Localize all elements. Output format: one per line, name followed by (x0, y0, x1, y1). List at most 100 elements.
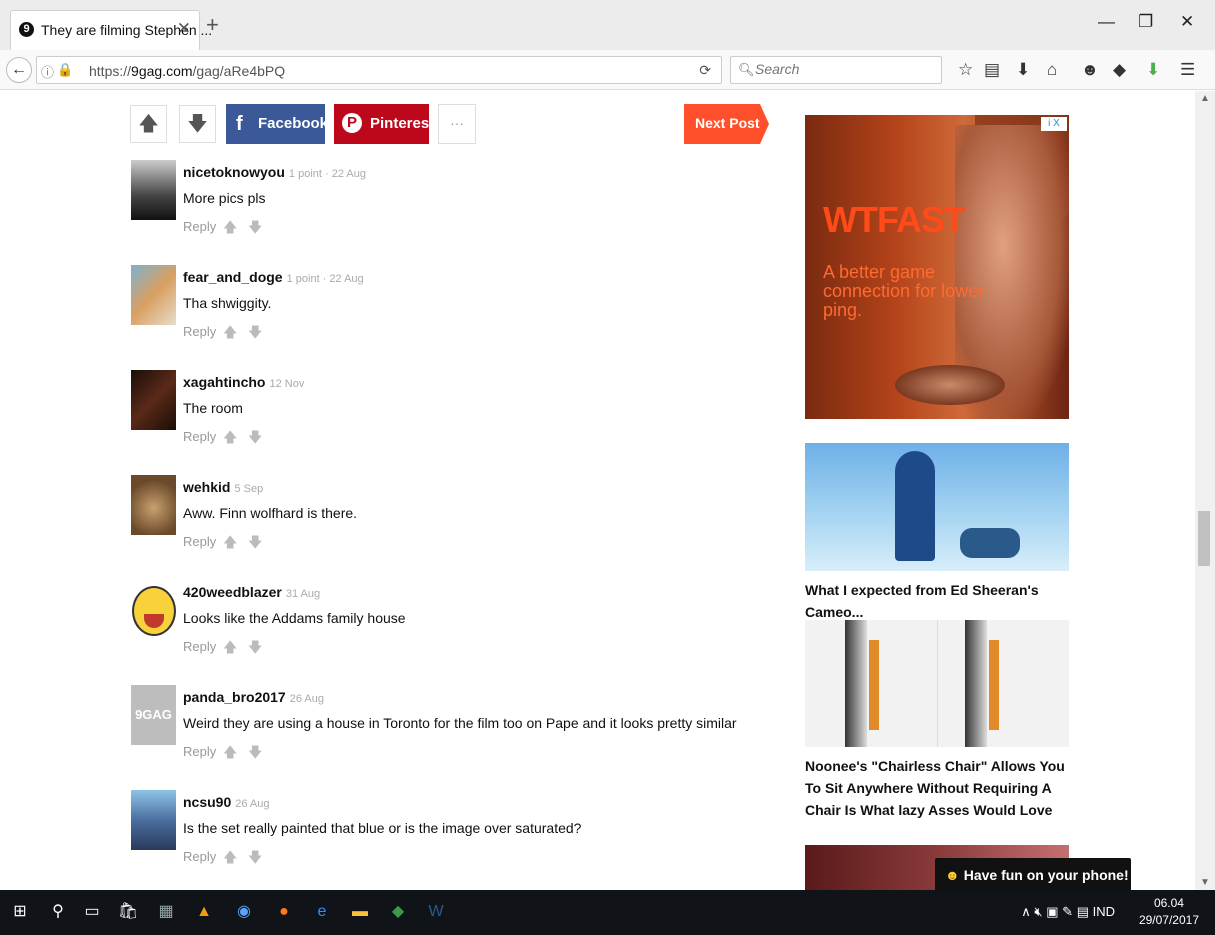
comment-upvote-icon[interactable]: 🡅 (223, 532, 237, 556)
firefox-icon[interactable]: ● (272, 900, 296, 924)
notification-icon[interactable]: ▤ (1077, 904, 1089, 919)
pinterest-share-button[interactable]: P Pinterest (334, 104, 434, 144)
system-clock[interactable]: 06.04 29/07/2017 (1139, 895, 1199, 929)
vlc-icon[interactable]: ▲ (192, 900, 216, 924)
avatar[interactable] (131, 580, 176, 640)
reload-icon[interactable]: ⟳ (699, 62, 711, 79)
search-box[interactable]: 🔍︎ (730, 56, 942, 84)
next-post-button[interactable]: Next Post (684, 104, 769, 144)
comment-text: The room (183, 400, 243, 416)
comment-downvote-icon[interactable]: 🡇 (248, 637, 262, 661)
comment-upvote-icon[interactable]: 🡅 (223, 637, 237, 661)
comment-username[interactable]: nicetoknowyou (183, 164, 285, 180)
facebook-share-button[interactable]: f Facebook (226, 104, 328, 144)
comment-upvote-icon[interactable]: 🡅 (223, 427, 237, 451)
comment-username[interactable]: xagahtincho (183, 374, 265, 390)
close-toast-button[interactable]: X (1135, 867, 1144, 883)
extension-icon[interactable]: ☻ (1081, 60, 1099, 80)
back-button[interactable]: ← (6, 57, 32, 83)
comment-text: Tha shwiggity. (183, 295, 272, 311)
url-bar[interactable]: ⓘ 🔒 https://9gag.com/gag/aRe4bPQ ⟳ (36, 56, 722, 84)
close-tab-icon[interactable]: ✕ (177, 19, 191, 39)
search-input[interactable] (755, 61, 925, 77)
avatar[interactable]: 9GAG (131, 685, 176, 745)
featured-post-title[interactable]: Noonee's "Chairless Chair" Allows You To… (805, 755, 1075, 821)
menu-icon[interactable]: ☰ (1180, 60, 1195, 80)
comment-upvote-icon[interactable]: 🡅 (223, 217, 237, 241)
bookmark-star-icon[interactable]: ☆ (958, 60, 973, 80)
download-icon[interactable]: ⬇ (1016, 60, 1030, 80)
edge-icon[interactable]: e (310, 900, 334, 924)
home-icon[interactable]: ⌂ (1047, 60, 1057, 80)
scroll-down-icon[interactable]: ▼ (1200, 877, 1210, 888)
comment-item: fear_and_doge 1 point · 22 Aug Tha shwigg… (131, 265, 691, 355)
minimize-button[interactable]: — (1098, 12, 1115, 32)
comment-username[interactable]: fear_and_doge (183, 269, 283, 285)
comment-downvote-icon[interactable]: 🡇 (248, 742, 262, 766)
file-explorer-icon[interactable]: ▬ (348, 900, 372, 924)
avatar[interactable] (131, 370, 176, 430)
comment-item: wehkid 5 Sep Aww. Finn wolfhard is there.… (131, 475, 691, 565)
more-options-button[interactable]: ··· (438, 104, 476, 144)
word-icon[interactable]: W (424, 900, 448, 924)
comment-downvote-icon[interactable]: 🡇 (248, 427, 262, 451)
comment-downvote-icon[interactable]: 🡇 (248, 217, 262, 241)
search-icon[interactable]: ⚲ (46, 900, 70, 924)
adchoices-icon[interactable]: i X (1041, 117, 1067, 131)
comment-downvote-icon[interactable]: 🡇 (248, 847, 262, 871)
reply-link[interactable]: Reply (183, 324, 216, 339)
advertisement-banner[interactable]: WTFAST A better game connection for lowe… (805, 115, 1069, 419)
app-icon[interactable]: ◉ (232, 900, 256, 924)
comment-text: More pics pls (183, 190, 266, 206)
reading-list-icon[interactable]: ▤ (984, 60, 1000, 80)
upvote-button[interactable]: 🡅 (130, 105, 167, 143)
comment-upvote-icon[interactable]: 🡅 (223, 322, 237, 346)
app-icon[interactable]: ◆ (386, 900, 410, 924)
avatar[interactable] (131, 160, 176, 220)
comment-username[interactable]: ncsu90 (183, 794, 231, 810)
scrollbar-thumb[interactable] (1198, 511, 1210, 566)
comment-username[interactable]: panda_bro2017 (183, 689, 286, 705)
calculator-icon[interactable]: ▦ (154, 900, 178, 924)
store-icon[interactable]: 🛍 (116, 900, 140, 924)
reply-link[interactable]: Reply (183, 744, 216, 759)
restore-button[interactable]: ❐ (1138, 12, 1153, 32)
app-promo-toast[interactable]: ☻ Have fun on your phone! X (935, 858, 1144, 890)
featured-post-image[interactable] (805, 443, 1069, 571)
featured-post-title[interactable]: What I expected from Ed Sheeran's Cameo.… (805, 579, 1075, 623)
addon-notification-icon[interactable]: ⬇ (1146, 60, 1160, 80)
insecure-lock-icon[interactable]: 🔒 (57, 62, 73, 78)
comment-upvote-icon[interactable]: 🡅 (223, 847, 237, 871)
comment-meta: 26 Aug (289, 693, 324, 705)
chevron-up-icon[interactable]: ∧ (1021, 904, 1031, 919)
close-window-button[interactable]: ✕ (1180, 12, 1194, 32)
info-icon[interactable]: ⓘ (41, 62, 54, 81)
new-tab-icon[interactable]: + (206, 14, 219, 36)
reply-link[interactable]: Reply (183, 849, 216, 864)
task-view-icon[interactable]: ▭ (80, 900, 104, 924)
scroll-up-icon[interactable]: ▲ (1200, 93, 1210, 104)
language-indicator[interactable]: IND (1093, 904, 1115, 919)
reply-link[interactable]: Reply (183, 429, 216, 444)
comment-text: Is the set really painted that blue or i… (183, 820, 582, 836)
browser-tab[interactable]: 9 They are filming Stephen ... ✕ (10, 10, 212, 50)
volume-muted-icon[interactable]: 🔇︎ (1034, 904, 1042, 919)
downvote-button[interactable]: 🡇 (179, 105, 216, 143)
reply-link[interactable]: Reply (183, 534, 216, 549)
comment-downvote-icon[interactable]: 🡇 (248, 532, 262, 556)
page-scrollbar[interactable]: ▲ ▼ (1195, 91, 1215, 890)
pocket-icon[interactable]: ◆ (1113, 60, 1126, 80)
reply-link[interactable]: Reply (183, 219, 216, 234)
avatar[interactable] (131, 265, 176, 325)
reply-link[interactable]: Reply (183, 639, 216, 654)
avatar[interactable] (131, 790, 176, 850)
comment-username[interactable]: 420weedblazer (183, 584, 282, 600)
network-icon[interactable]: ▣ (1046, 904, 1058, 919)
avatar[interactable] (131, 475, 176, 535)
comment-downvote-icon[interactable]: 🡇 (248, 322, 262, 346)
comment-username[interactable]: wehkid (183, 479, 230, 495)
pen-icon[interactable]: ✎ (1062, 904, 1073, 919)
windows-start-icon[interactable]: ⊞ (8, 900, 32, 924)
comment-upvote-icon[interactable]: 🡅 (223, 742, 237, 766)
featured-post-image[interactable] (805, 620, 1069, 747)
